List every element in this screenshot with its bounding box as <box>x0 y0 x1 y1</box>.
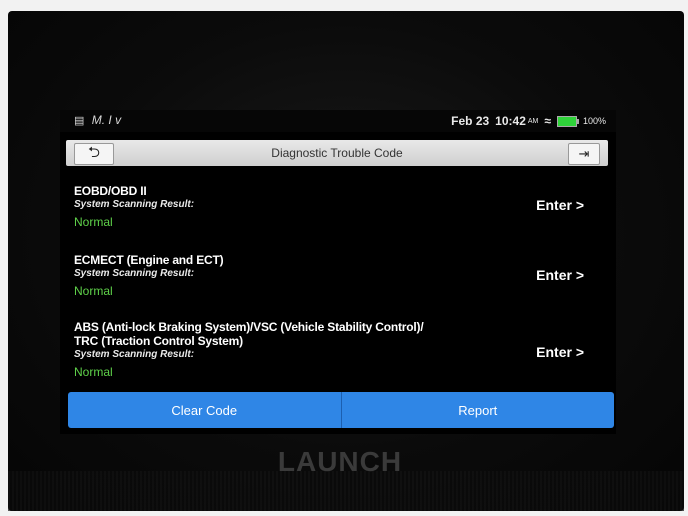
status-time-suffix: AM <box>527 117 539 125</box>
bottom-action-bar: Clear Code Report <box>68 392 614 428</box>
battery-icon <box>556 115 579 127</box>
system-row-ecmect[interactable]: ECMECT (Engine and ECT) System Scanning … <box>74 253 594 299</box>
system-name: EOBD/OBD II <box>74 184 147 198</box>
enter-button[interactable]: Enter > <box>536 344 584 360</box>
enter-button[interactable]: Enter > <box>536 267 584 283</box>
status-left: ▤ M. I v <box>74 113 121 127</box>
device-screen: ▤ M. I v Feb 23 10:42 AM ≈ 100% ⮌ Diagno… <box>60 110 616 434</box>
scan-result-value: Normal <box>74 365 113 379</box>
status-time: 10:42 <box>495 114 526 128</box>
system-row-eobd[interactable]: EOBD/OBD II System Scanning Result: Norm… <box>74 184 594 230</box>
scan-result-label: System Scanning Result: <box>74 349 195 360</box>
exit-icon: ⇥ <box>578 146 590 161</box>
status-bar: ▤ M. I v Feb 23 10:42 AM ≈ 100% <box>60 110 616 132</box>
scan-result-label: System Scanning Result: <box>74 199 195 210</box>
system-name: ECMECT (Engine and ECT) <box>74 253 224 267</box>
wifi-icon: ≈ <box>544 114 551 128</box>
notification-icon: ▤ <box>74 115 85 127</box>
scan-result-value: Normal <box>74 215 113 229</box>
title-bar: ⮌ Diagnostic Trouble Code ⇥ <box>66 140 608 166</box>
system-name-line-1: ABS (Anti-lock Braking System)/VSC (Vehi… <box>74 320 424 334</box>
status-left-text: M. I v <box>91 113 122 127</box>
battery-percent: 100% <box>582 116 606 126</box>
report-button[interactable]: Report <box>342 392 615 428</box>
system-name-line-2: TRC (Traction Control System) <box>74 334 243 348</box>
exit-button[interactable]: ⇥ <box>568 143 600 165</box>
enter-button[interactable]: Enter > <box>536 197 584 213</box>
page-title: Diagnostic Trouble Code <box>271 146 403 160</box>
system-row-abs[interactable]: ABS (Anti-lock Braking System)/VSC (Vehi… <box>74 320 594 380</box>
clear-code-button[interactable]: Clear Code <box>68 392 341 428</box>
scan-result-label: System Scanning Result: <box>74 268 195 279</box>
status-date: Feb 23 <box>451 114 490 128</box>
brand-logo: LAUNCH <box>277 446 403 477</box>
scan-result-value: Normal <box>74 284 113 298</box>
status-right: Feb 23 10:42 AM ≈ 100% <box>451 114 606 128</box>
